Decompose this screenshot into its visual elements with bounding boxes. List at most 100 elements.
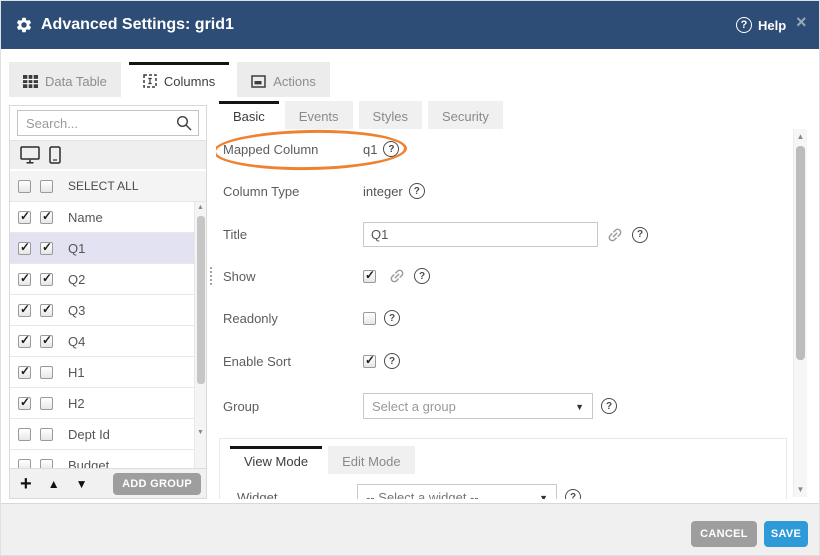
list-item-q2[interactable]: Q2 [10,264,206,295]
column-name: Q4 [68,334,85,349]
desktop-checkbox[interactable] [18,428,31,441]
close-icon[interactable]: × [796,13,807,31]
desktop-checkbox[interactable] [18,273,31,286]
group-select[interactable]: Select a group ▼ [363,393,593,419]
desktop-icon[interactable] [20,146,40,164]
scroll-down-icon[interactable]: ▼ [195,429,206,436]
desktop-checkbox[interactable] [18,211,31,224]
question-icon[interactable]: ? [601,398,617,414]
tab-actions[interactable]: Actions [237,62,330,97]
enable-sort-checkbox[interactable] [363,355,376,368]
mobile-icon[interactable] [49,146,61,164]
tab-basic[interactable]: Basic [219,101,279,129]
chevron-down-icon: ▼ [575,402,584,412]
device-toggle-row [10,140,206,170]
tab-security[interactable]: Security [428,101,503,129]
list-item-q3[interactable]: Q3 [10,295,206,326]
tab-columns[interactable]: Columns [129,62,229,97]
help-icon: ? [736,17,752,33]
readonly-field: Readonly ? [223,310,400,326]
save-button[interactable]: SAVE [764,521,808,547]
help-button[interactable]: ? Help [736,17,786,33]
scroll-up-icon[interactable]: ▲ [794,132,807,141]
widget-select[interactable]: -- Select a widget -- ▼ [357,484,557,499]
columns-icon [143,74,157,88]
group-field: Group Select a group ▼ ? [223,393,617,419]
add-column-button[interactable]: + [20,474,32,494]
mobile-checkbox[interactable] [40,397,53,410]
show-checkbox[interactable] [363,270,376,283]
mobile-checkbox[interactable] [40,366,53,379]
question-icon[interactable]: ? [384,310,400,326]
list-item-q1[interactable]: Q1 [10,233,206,264]
panel-resize-handle[interactable] [209,266,214,286]
tab-label: View Mode [244,454,308,469]
scroll-up-icon[interactable]: ▲ [195,204,206,211]
list-scrollbar[interactable]: ▲ ▼ [194,202,206,470]
tab-data-table[interactable]: Data Table [9,62,121,97]
move-up-button[interactable]: ▲ [48,477,60,491]
advanced-settings-dialog: Advanced Settings: grid1 ? Help × Data T… [0,0,820,556]
mobile-checkbox[interactable] [40,242,53,255]
field-label: Readonly [223,311,363,326]
list-item-dept-id[interactable]: Dept Id [10,419,206,450]
mobile-checkbox[interactable] [40,211,53,224]
question-icon[interactable]: ? [414,268,430,284]
title-input[interactable] [363,222,598,247]
tab-label: Basic [233,109,265,124]
field-label: Show [223,269,363,284]
question-icon[interactable]: ? [384,353,400,369]
scrollbar-thumb[interactable] [197,216,205,384]
bind-link-icon[interactable] [602,222,627,247]
search-input[interactable] [17,110,199,136]
field-label: Widget [237,490,357,500]
question-icon[interactable]: ? [409,183,425,199]
tab-label: Events [299,109,339,124]
column-name: Name [68,210,103,225]
tab-view-mode[interactable]: View Mode [230,446,322,474]
list-item-h1[interactable]: H1 [10,357,206,388]
mobile-checkbox[interactable] [40,304,53,317]
mobile-checkbox[interactable] [40,273,53,286]
question-icon[interactable]: ? [565,489,581,499]
select-all-desktop-checkbox[interactable] [18,180,31,193]
tab-edit-mode[interactable]: Edit Mode [328,446,415,474]
list-item-budget[interactable]: Budget [10,450,206,470]
list-item-h2[interactable]: H2 [10,388,206,419]
column-type-field: Column Type integer ? [223,183,425,199]
tab-styles[interactable]: Styles [359,101,422,129]
cancel-button[interactable]: CANCEL [691,521,757,547]
field-label: Mapped Column [223,142,363,157]
panel-scrollbar[interactable]: ▲ ▼ [793,129,807,497]
dialog-header: Advanced Settings: grid1 ? Help × [1,1,820,49]
select-all-row[interactable]: SELECT ALL [10,171,206,202]
add-group-button[interactable]: ADD GROUP [113,473,201,495]
question-icon[interactable]: ? [383,141,399,157]
mode-section: View Mode Edit Mode Widget -- Select a w… [219,438,787,499]
scroll-down-icon[interactable]: ▼ [794,485,807,494]
desktop-checkbox[interactable] [18,242,31,255]
chevron-down-icon: ▼ [539,493,548,499]
list-item-q4[interactable]: Q4 [10,326,206,357]
question-icon[interactable]: ? [632,227,648,243]
mapped-column-value: q1 [363,142,377,157]
mapped-column-field: Mapped Column q1 ? [223,141,399,157]
mobile-checkbox[interactable] [40,428,53,441]
help-label: Help [758,18,786,33]
mobile-checkbox[interactable] [40,335,53,348]
desktop-checkbox[interactable] [18,335,31,348]
select-all-mobile-checkbox[interactable] [40,180,53,193]
bind-link-icon[interactable] [384,263,409,288]
readonly-checkbox[interactable] [363,312,376,325]
widget-select-value: -- Select a widget -- [366,490,479,500]
tab-label: Edit Mode [342,454,401,469]
move-down-button[interactable]: ▼ [76,477,88,491]
desktop-checkbox[interactable] [18,397,31,410]
desktop-checkbox[interactable] [18,304,31,317]
column-name: H1 [68,365,85,380]
scrollbar-thumb[interactable] [796,146,805,360]
list-item-name[interactable]: Name [10,202,206,233]
tab-events[interactable]: Events [285,101,353,129]
gear-icon [15,16,33,34]
desktop-checkbox[interactable] [18,366,31,379]
